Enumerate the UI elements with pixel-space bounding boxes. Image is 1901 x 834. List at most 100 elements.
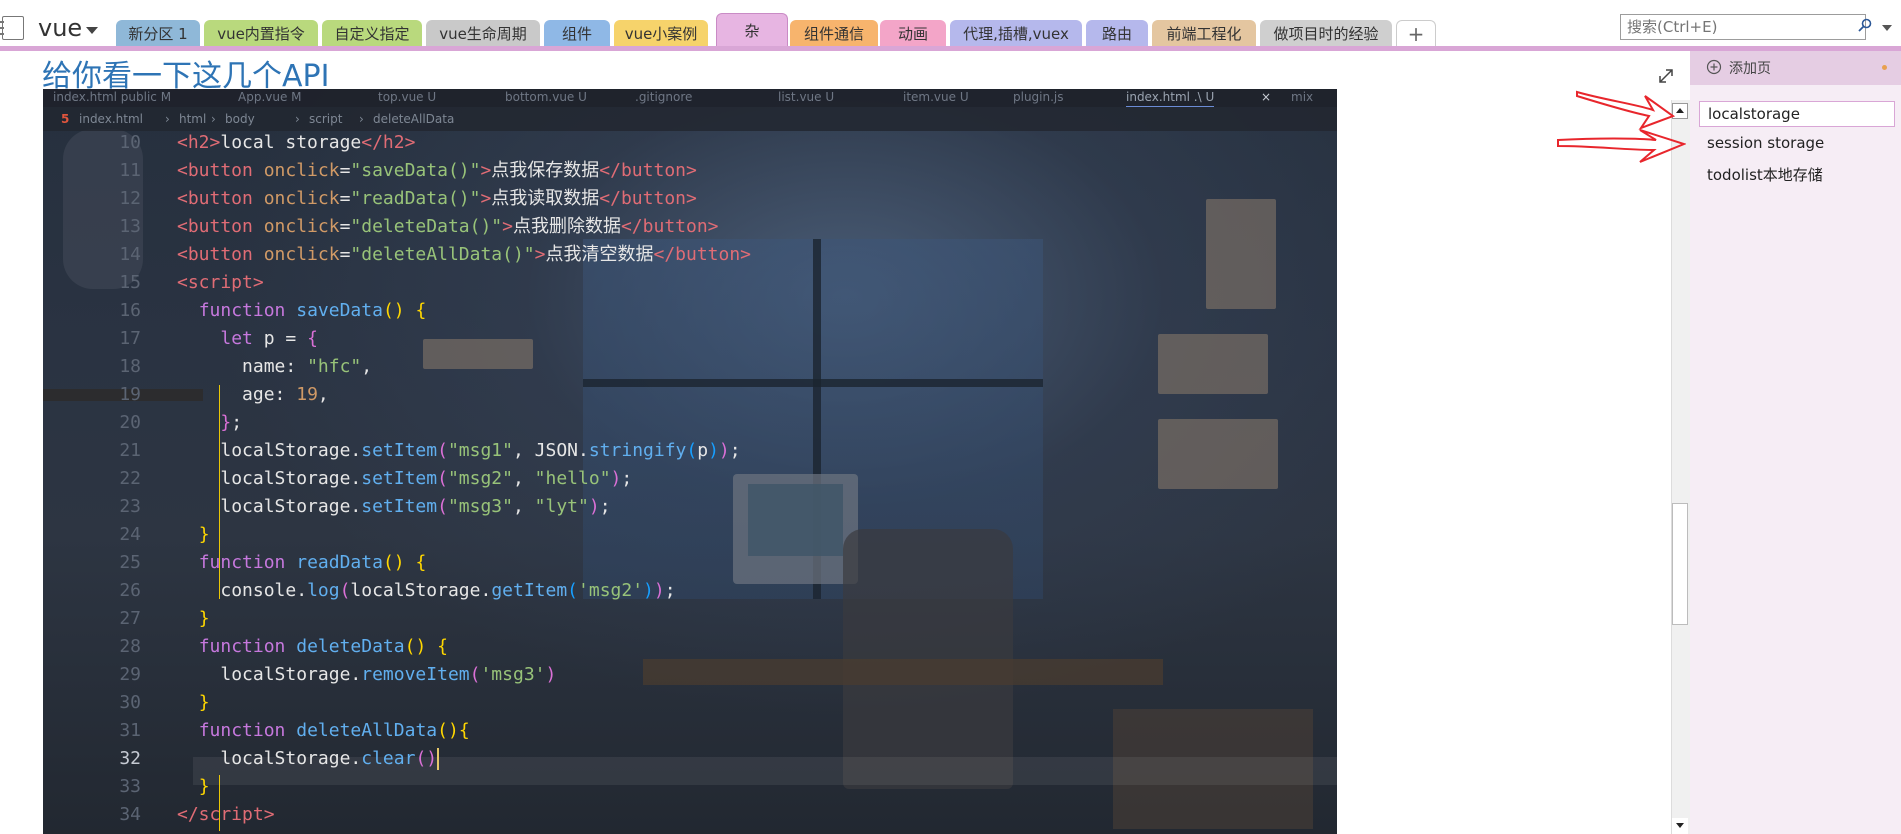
line-number: 14	[119, 244, 141, 265]
code-text: <button onclick="readData()">点我读取数据</but…	[177, 188, 697, 209]
expand-icon[interactable]	[1656, 66, 1676, 86]
line-number: 17	[119, 328, 141, 349]
line-number: 15	[119, 272, 141, 293]
code-text: let p = {	[220, 328, 318, 349]
tab-section[interactable]: 动画	[880, 20, 946, 47]
line-number: 32	[119, 748, 141, 769]
line-number: 19	[119, 384, 141, 405]
code-line: 12 <button onclick="readData()">点我读取数据</b…	[43, 185, 1337, 213]
editor-breadcrumb: 5 index.html › html › body › script › deleteAllDa…	[43, 107, 1337, 131]
page-list-item[interactable]: localstorage	[1699, 101, 1895, 127]
line-number: 30	[119, 692, 141, 713]
editor-file-tab: top.vue U	[378, 90, 437, 104]
tab-section[interactable]: 代理,插槽,vuex	[950, 20, 1082, 47]
code-text: };	[220, 412, 243, 433]
line-number: 20	[119, 412, 141, 433]
breadcrumb-item: index.html	[79, 112, 143, 126]
search-icon[interactable]	[1858, 18, 1872, 32]
line-number: 25	[119, 552, 141, 573]
code-text: console.log(localStorage.getItem('msg2')…	[220, 580, 676, 601]
chevron-down-icon[interactable]	[86, 27, 98, 34]
chevron-right-icon: ›	[295, 112, 300, 126]
line-number: 26	[119, 580, 141, 601]
line-number: 13	[119, 216, 141, 237]
code-line: 31 function deleteAllData(){	[43, 717, 1337, 745]
tab-section[interactable]: 前端工程化	[1152, 20, 1256, 47]
chevron-right-icon: ›	[359, 112, 364, 126]
line-number: 29	[119, 664, 141, 685]
code-text: localStorage.setItem("msg3", "lyt");	[220, 496, 611, 517]
scrollbar-thumb[interactable]	[1672, 503, 1688, 625]
close-icon: ×	[1261, 90, 1272, 104]
pane-pin-dot	[1882, 65, 1887, 70]
code-text: name: "hfc",	[242, 356, 373, 377]
code-line: 24 }	[43, 521, 1337, 549]
notebook-icon[interactable]	[0, 16, 24, 40]
code-line: 30 }	[43, 689, 1337, 717]
code-line: 13 <button onclick="deleteData()">点我删除数据<…	[43, 213, 1337, 241]
code-line: 20 };	[43, 409, 1337, 437]
line-number: 12	[119, 188, 141, 209]
code-line: 15 <script>	[43, 269, 1337, 297]
breadcrumb-item: deleteAllData	[373, 112, 455, 126]
line-number: 21	[119, 440, 141, 461]
tab-section[interactable]: vue内置指令	[204, 20, 318, 47]
code-text: <button onclick="deleteData()">点我删除数据</b…	[177, 216, 719, 237]
tab-section[interactable]: 做项目时的经验	[1260, 20, 1392, 47]
code-text: }	[198, 776, 210, 797]
line-number: 34	[119, 804, 141, 825]
editor-file-tab: index.html .\ U	[1126, 90, 1215, 107]
code-line: 21 localStorage.setItem("msg1", JSON.str…	[43, 437, 1337, 465]
editor-file-tab: .gitignore	[635, 90, 693, 104]
code-line: 10 <h2>local storage</h2>	[43, 129, 1337, 157]
search-input[interactable]	[1620, 14, 1866, 40]
breadcrumb-item: script	[309, 112, 343, 126]
code-text: }	[198, 692, 210, 713]
code-line: 33 }	[43, 773, 1337, 801]
chevron-right-icon: ›	[211, 112, 216, 126]
tab-section[interactable]: vue小案例	[614, 20, 708, 47]
code-text: localStorage.setItem("msg1", JSON.string…	[220, 440, 741, 461]
tab-section[interactable]: 新分区 1	[116, 20, 200, 47]
code-screenshot: index.html public M App.vue M top.vue U bot…	[43, 89, 1337, 834]
code-line: 18 name: "hfc",	[43, 353, 1337, 381]
code-line: 23 localStorage.setItem("msg3", "lyt");	[43, 493, 1337, 521]
tab-section[interactable]: 杂	[716, 13, 788, 47]
scroll-down-button[interactable]	[1672, 818, 1688, 834]
tab-section[interactable]: vue生命周期	[426, 20, 540, 47]
tab-section[interactable]: 路由	[1086, 20, 1148, 47]
page-scrollbar[interactable]	[1671, 100, 1690, 834]
notebook-title[interactable]: vue	[38, 14, 82, 42]
line-number: 10	[119, 132, 141, 153]
page-list-item[interactable]: todolist本地存储	[1699, 161, 1895, 187]
tab-section[interactable]: 组件通信	[790, 20, 878, 47]
code-text: function deleteAllData(){	[198, 720, 470, 741]
annotation-arrow-icon	[1557, 129, 1686, 163]
line-number: 23	[119, 496, 141, 517]
code-line: 27 }	[43, 605, 1337, 633]
editor-file-tab: mix	[1291, 90, 1314, 104]
code-line: 14 <button onclick="deleteAllData()">点我清空…	[43, 241, 1337, 269]
tab-section[interactable]: 组件	[544, 20, 610, 47]
tab-section[interactable]: 自定义指定	[322, 20, 422, 47]
line-number: 11	[119, 160, 141, 181]
search-scope-dropdown[interactable]	[1882, 25, 1892, 31]
code-text: function readData() {	[198, 552, 427, 573]
code-line: 17 let p = {	[43, 325, 1337, 353]
add-page-label[interactable]: 添加页	[1729, 58, 1771, 78]
html5-icon: 5	[61, 112, 70, 126]
chevron-right-icon: ›	[165, 112, 170, 126]
code-text: localStorage.clear()	[220, 748, 440, 770]
code-text: localStorage.removeItem('msg3')	[220, 664, 557, 685]
plus-circle-icon[interactable]	[1706, 59, 1722, 75]
code-line: 19 age: 19,	[43, 381, 1337, 409]
code-text: }	[198, 524, 210, 545]
code-line: 16 function saveData() {	[43, 297, 1337, 325]
code-text: <button onclick="deleteAllData()">点我清空数据…	[177, 244, 752, 265]
code-text: localStorage.setItem("msg2", "hello");	[220, 468, 633, 489]
section-tab-bar: vue 新分区 1 vue内置指令 自定义指定 vue生命周期 组件 vue小案例杂组件通…	[0, 0, 1901, 51]
breadcrumb-item: html	[179, 112, 207, 126]
add-section-button[interactable]: +	[1396, 20, 1436, 47]
line-number: 24	[119, 524, 141, 545]
page-list-item[interactable]: session storage	[1699, 131, 1895, 157]
